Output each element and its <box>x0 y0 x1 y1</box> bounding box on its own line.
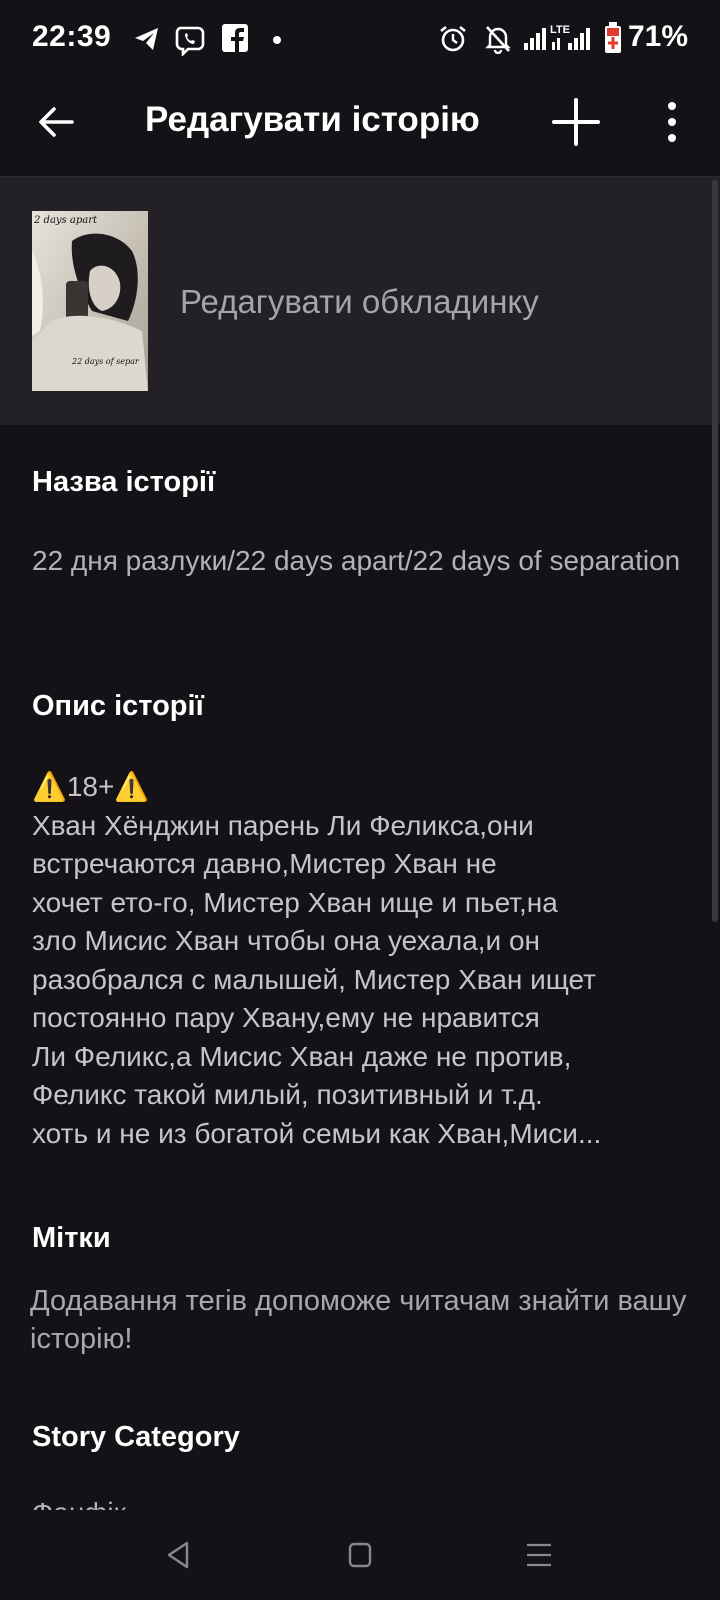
description-line: ⚠️18+⚠️ <box>32 771 150 802</box>
tags-label: Мітки <box>32 1222 111 1254</box>
viber-icon <box>175 26 205 56</box>
description-field[interactable]: ⚠️18+⚠️ Хван Хёнджин парень Ли Феликса,о… <box>32 768 692 1153</box>
description-line: Хван Хёнджин парень Ли Феликса,они <box>32 809 534 841</box>
lte-signal-icon: LTE <box>550 24 592 52</box>
system-nav-bar <box>0 1510 720 1600</box>
battery-percent: 71% <box>627 20 688 53</box>
description-line: разобрался с малышей, Мистер Хван ищет <box>32 963 596 995</box>
description-line: встречаются давно,Мистер Хван не <box>32 848 497 879</box>
cover-text-top: 2 days apart <box>34 215 97 226</box>
story-title-label: Назва історії <box>32 466 216 498</box>
tags-field[interactable]: Додавання тегів допоможе читачам знайти … <box>30 1282 710 1358</box>
nav-home-icon[interactable] <box>348 1542 372 1568</box>
story-title-field[interactable]: 22 дня разлуки/22 days apart/22 days of … <box>32 542 692 580</box>
description-line: хоть и не из богатой семьи как Хван,Миси… <box>32 1117 602 1149</box>
scrollbar[interactable] <box>712 180 718 922</box>
status-bar: 22:39 LTE 71% <box>0 0 720 82</box>
alarm-icon <box>440 25 466 52</box>
description-label: Опис історії <box>32 690 204 722</box>
facebook-icon <box>222 24 248 52</box>
add-icon[interactable] <box>550 96 602 148</box>
status-time: 22:39 <box>32 20 112 53</box>
back-arrow-icon[interactable] <box>36 102 76 142</box>
nav-back-icon[interactable] <box>166 1540 190 1570</box>
cover-text-bottom: 22 days of separ <box>72 357 139 366</box>
category-label: Story Category <box>32 1421 240 1453</box>
description-line: Феликс такой милый, позитивный и т.д. <box>32 1079 543 1110</box>
cover-thumbnail[interactable]: 2 days apart 22 days of separ <box>32 211 148 391</box>
app-bar: Редагувати історію <box>0 82 720 177</box>
nav-menu-icon[interactable] <box>526 1543 552 1567</box>
notification-dot-icon <box>273 36 281 44</box>
lte-label: LTE <box>550 24 570 36</box>
description-line: зло Мисис Хван чтобы она уехала,и он <box>32 925 541 956</box>
page-title: Редагувати історію <box>145 100 480 139</box>
more-vertical-icon[interactable] <box>662 100 682 144</box>
cover-section[interactable]: 2 days apart 22 days of separ Редагувати… <box>0 177 720 425</box>
description-line: Ли Феликс,а Мисис Хван даже не против, <box>32 1040 572 1072</box>
description-line: хочет ето-го, Мистер Хван ище и пьет,на <box>32 886 558 918</box>
description-line: постоянно пару Хвану,ему не нравится <box>32 1002 540 1033</box>
bell-off-icon <box>485 26 511 54</box>
battery-icon <box>605 22 621 53</box>
telegram-icon <box>135 28 158 50</box>
edit-cover-button[interactable]: Редагувати обкладинку <box>180 283 539 321</box>
signal-icon <box>524 28 546 50</box>
